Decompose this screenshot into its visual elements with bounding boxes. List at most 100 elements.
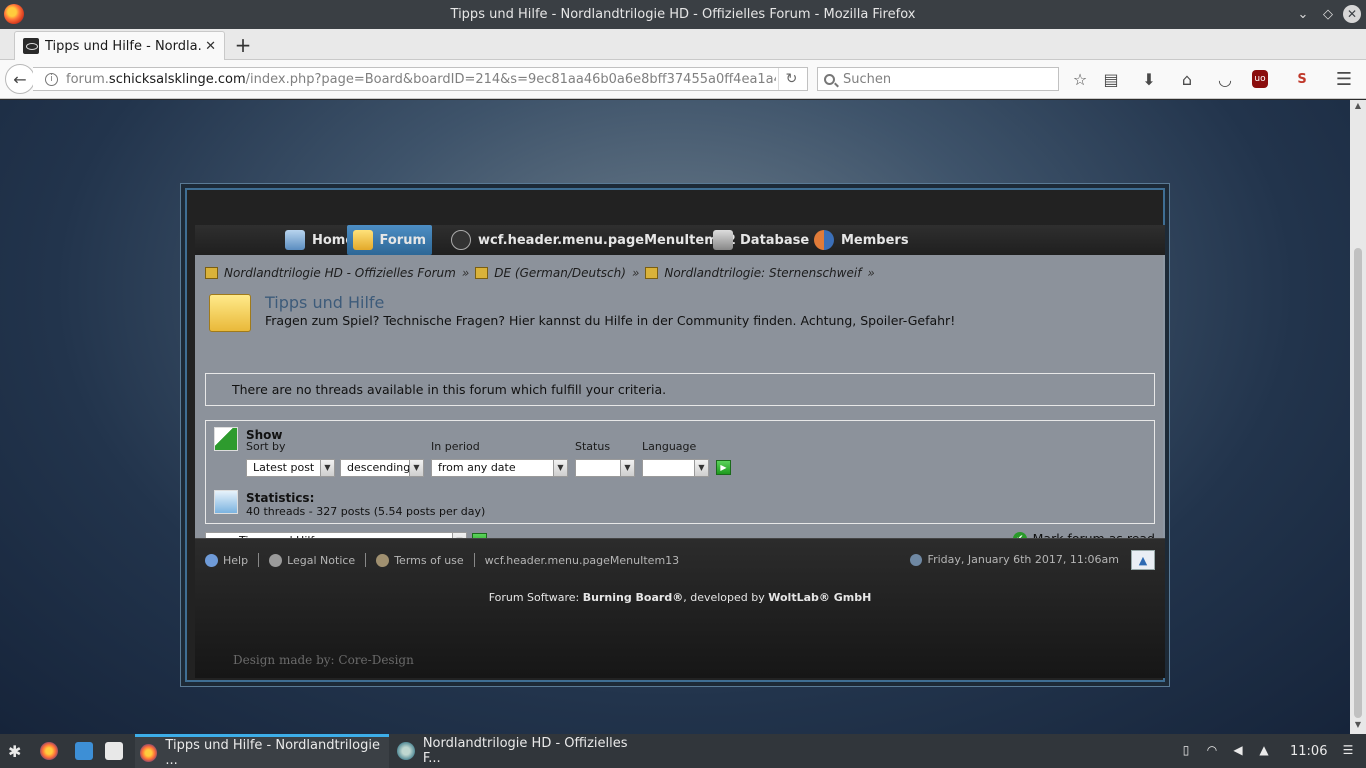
scrollbar-thumb[interactable] — [1354, 248, 1362, 718]
footer-link-help[interactable]: Help — [223, 554, 248, 567]
powered-prefix: Forum Software: — [488, 591, 583, 604]
clock-icon — [909, 553, 922, 566]
status-select[interactable]: ▼ — [575, 459, 635, 477]
firefox-icon — [40, 742, 58, 760]
home-icon[interactable]: ⌂ — [1176, 68, 1198, 90]
menu-item-page12[interactable]: wcf.header.menu.pageMenuItem12 — [445, 225, 742, 255]
thread-filter-box: Show Sort by Latest post ▼ descending ▼ … — [205, 420, 1155, 524]
menu-label-page12: wcf.header.menu.pageMenuItem12 — [478, 232, 736, 248]
search-placeholder: Suchen — [843, 71, 892, 87]
scroll-to-top-button[interactable]: ▲ — [1131, 550, 1155, 570]
web-page: Home Forum wcf.header.menu.pageMenuItem1… — [0, 100, 1350, 734]
paperclip-icon — [285, 230, 305, 250]
breadcrumb: Nordlandtrilogie HD - Offizielles Forum … — [205, 266, 881, 280]
breadcrumb-item-sternenschweif[interactable]: Nordlandtrilogie: Sternenschweif — [664, 266, 861, 280]
language-select[interactable]: ▼ — [642, 459, 709, 477]
kde-menu-icon[interactable]: ✱ — [8, 734, 21, 768]
page-title[interactable]: Tipps und Hilfe — [265, 293, 384, 312]
period-label: In period — [431, 440, 480, 453]
taskbar-clock[interactable]: 11:06 — [1290, 734, 1327, 768]
sort-by-select[interactable]: Latest post ▼ — [246, 459, 335, 477]
scroll-down-icon[interactable]: ▼ — [1353, 720, 1363, 729]
menu-item-members[interactable]: Members — [808, 225, 915, 255]
search-bar[interactable]: Suchen — [817, 67, 1059, 91]
forum-folder-icon — [209, 294, 251, 332]
navigation-toolbar: ← i forum.schicksalsklinge.com/index.php… — [0, 60, 1366, 99]
powered-product-link[interactable]: Burning Board® — [583, 591, 683, 604]
footer-links: Help Legal Notice Terms of use wcf.heade… — [205, 553, 679, 567]
scroll-up-icon[interactable]: ▲ — [1353, 101, 1363, 110]
footer-link-page13[interactable]: wcf.header.menu.pageMenuItem13 — [485, 554, 680, 567]
footer-link-legal[interactable]: Legal Notice — [287, 554, 355, 567]
window-title: Tipps und Hilfe - Nordlandtrilogie HD - … — [450, 7, 916, 22]
breadcrumb-item-forum-home[interactable]: Nordlandtrilogie HD - Offizielles Forum — [224, 266, 456, 280]
back-button[interactable]: ← — [5, 64, 35, 94]
period-select[interactable]: from any date ▼ — [431, 459, 568, 477]
reload-icon[interactable]: ↻ — [778, 68, 804, 90]
breadcrumb-separator: » — [867, 266, 875, 280]
url-path: /index.php?page=Board&boardID=214&s=9ec8… — [245, 71, 776, 87]
floppy-disk-icon — [713, 230, 733, 250]
chevron-down-icon: ▼ — [553, 460, 567, 476]
app-grid-icon — [105, 742, 123, 760]
statistics-chart-icon — [214, 490, 238, 514]
footer-divider — [473, 553, 475, 567]
close-window-icon[interactable]: ✕ — [1343, 5, 1361, 23]
menu-item-forum[interactable]: Forum — [347, 225, 432, 255]
downloads-icon[interactable]: ⬇ — [1138, 68, 1160, 90]
breadcrumb-separator: » — [461, 266, 470, 280]
site-info-icon[interactable]: i — [45, 72, 58, 86]
forum-content: Nordlandtrilogie HD - Offizielles Forum … — [195, 255, 1165, 550]
os-taskbar: ✱ Tipps und Hilfe - Nordlandtrilogie ...… — [0, 734, 1366, 768]
url-domain: schicksalsklinge.com — [108, 71, 246, 87]
hamburger-menu-icon[interactable]: ☰ — [1333, 68, 1355, 90]
new-tab-button[interactable]: + — [232, 33, 254, 57]
wifi-icon[interactable]: ◠ — [1204, 743, 1220, 759]
chevron-down-icon: ▼ — [694, 460, 708, 476]
page-scrollbar[interactable]: ▲ ▼ — [1350, 100, 1366, 734]
footer-divider — [258, 553, 260, 567]
taskbar-file-manager[interactable] — [75, 734, 101, 768]
firefox-icon — [140, 743, 158, 762]
extension-icon[interactable]: S — [1291, 68, 1313, 90]
sort-order-select[interactable]: descending ▼ — [340, 459, 424, 477]
design-credit: Design made by: Core-Design — [233, 653, 414, 667]
bookmark-star-icon[interactable]: ☆ — [1069, 68, 1091, 90]
apply-filter-button[interactable]: ▶ — [716, 460, 731, 475]
tab-close-icon[interactable]: ✕ — [205, 39, 216, 54]
minimize-icon[interactable]: ⌄ — [1294, 5, 1312, 23]
menu-item-database[interactable]: Database — [707, 225, 815, 255]
footer-link-terms[interactable]: Terms of use — [394, 554, 463, 567]
tray-expand-icon[interactable]: ▲ — [1256, 743, 1272, 759]
url-prefix: forum. — [66, 71, 109, 87]
clipboard-icon[interactable]: ▯ — [1178, 743, 1194, 759]
pocket-icon[interactable]: ◡ — [1214, 68, 1236, 90]
warning-icon — [269, 553, 283, 567]
taskbar-task-nordland[interactable]: Nordlandtrilogie HD - Offizielles F... — [397, 734, 647, 768]
taskbar-menu-icon[interactable]: ☰ — [1340, 743, 1356, 759]
tab-strip: Tipps und Hilfe - Nordla... ✕ — [0, 29, 1366, 60]
maximize-icon[interactable]: ◇ — [1319, 5, 1337, 23]
eye-icon — [451, 230, 471, 250]
reading-list-icon[interactable]: ▤ — [1100, 68, 1122, 90]
document-icon — [376, 553, 390, 567]
taskbar-firefox-launcher[interactable] — [40, 734, 66, 768]
tab-title: Tipps und Hilfe - Nordla... — [45, 38, 202, 54]
taskbar-task-tipps[interactable]: Tipps und Hilfe - Nordlandtrilogie ... — [135, 734, 389, 768]
chevron-down-icon: ▼ — [620, 460, 634, 476]
breadcrumb-item-german[interactable]: DE (German/Deutsch) — [494, 266, 626, 280]
volume-icon[interactable]: ◀ — [1230, 743, 1246, 759]
menu-label-database: Database — [740, 232, 810, 248]
app-icon — [397, 742, 415, 760]
ublock-origin-icon[interactable]: uo — [1252, 70, 1268, 88]
folder-stack-icon — [353, 230, 373, 250]
menu-label-members: Members — [841, 232, 909, 248]
powered-vendor-link[interactable]: WoltLab® GmbH — [768, 591, 871, 604]
taskbar-app-launcher[interactable] — [105, 734, 131, 768]
browser-tab[interactable]: Tipps und Hilfe - Nordla... ✕ — [14, 31, 225, 60]
url-bar[interactable]: i forum.schicksalsklinge.com/index.php?p… — [33, 67, 808, 91]
window-titlebar: Tipps und Hilfe - Nordlandtrilogie HD - … — [0, 0, 1366, 29]
powered-mid: , developed by — [683, 591, 769, 604]
search-icon — [824, 73, 835, 85]
breadcrumb-separator: » — [631, 266, 640, 280]
